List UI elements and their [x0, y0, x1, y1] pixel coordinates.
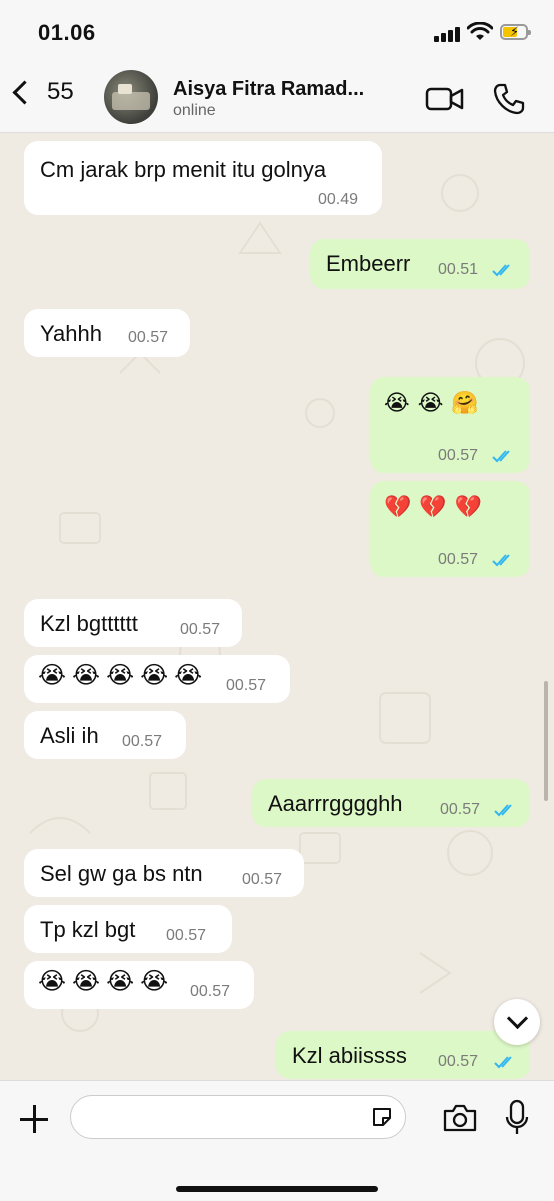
message-time: 00.57 [438, 447, 479, 464]
mic-icon[interactable] [504, 1099, 530, 1137]
message-time: 00.51 [438, 261, 479, 278]
message-bubble-outgoing[interactable]: Kzl abiissss 00.57 [276, 1031, 530, 1079]
message-bubble-outgoing[interactable]: 💔💔💔 00.57 [370, 481, 530, 577]
message-text: 😭😭😭😭😭 [38, 661, 209, 689]
message-text: Yahhh [40, 321, 102, 346]
message-time: 00.57 [226, 677, 267, 694]
camera-icon[interactable] [442, 1103, 478, 1133]
message-composer [0, 1080, 554, 1201]
message-time: 00.57 [180, 621, 221, 638]
message-time: 00.57 [242, 871, 283, 888]
chat-header: 55 Aisya Fitra Ramad... online [0, 64, 554, 133]
message-bubble-incoming[interactable]: Yahhh 00.57 [24, 309, 190, 357]
contact-status: online [173, 102, 216, 119]
plus-icon[interactable] [16, 1101, 52, 1137]
video-call-icon[interactable] [425, 86, 465, 112]
home-indicator [176, 1186, 378, 1192]
message-time: 00.49 [318, 191, 359, 208]
message-bubble-outgoing[interactable]: Aaarrrgggghh 00.57 [252, 779, 530, 827]
status-bar: 01.06 ⚡ [0, 0, 554, 64]
message-bubble-incoming[interactable]: Cm jarak brp menit itu golnya 00.49 [24, 141, 382, 215]
message-bubble-incoming[interactable]: 😭😭😭😭 00.57 [24, 961, 254, 1009]
chat-area[interactable]: Cm jarak brp menit itu golnya 00.49 Embe… [0, 133, 554, 1080]
message-bubble-outgoing[interactable]: Embeerr 00.51 [310, 239, 530, 289]
read-receipt-icon [492, 264, 510, 277]
read-receipt-icon [492, 450, 510, 463]
contact-avatar[interactable] [104, 70, 158, 124]
message-bubble-incoming[interactable]: Tp kzl bgt 00.57 [24, 905, 232, 953]
read-receipt-icon [494, 804, 512, 817]
back-chevron-icon [12, 79, 37, 105]
message-time: 00.57 [166, 927, 207, 944]
contact-name[interactable]: Aisya Fitra Ramad... [173, 78, 364, 101]
message-bubble-incoming[interactable]: Asli ih 00.57 [24, 711, 186, 759]
read-receipt-icon [494, 1056, 512, 1069]
message-time: 00.57 [122, 733, 163, 750]
message-bubble-incoming[interactable]: 😭😭😭😭😭 00.57 [24, 655, 290, 703]
message-text: Embeerr [326, 251, 411, 276]
scroll-down-button[interactable] [494, 999, 540, 1045]
phone-icon[interactable] [492, 82, 526, 116]
message-bubble-incoming[interactable]: Sel gw ga bs ntn 00.57 [24, 849, 304, 897]
message-text: Sel gw ga bs ntn [40, 861, 203, 886]
back-button[interactable]: 55 [10, 78, 74, 106]
chat-scrollbar[interactable] [544, 681, 548, 801]
message-text: Aaarrrgggghh [268, 791, 403, 816]
message-time: 00.57 [190, 983, 231, 1000]
message-time: 00.57 [128, 329, 169, 346]
message-text: Tp kzl bgt [40, 917, 136, 942]
status-time: 01.06 [38, 20, 96, 45]
message-time: 00.57 [438, 551, 479, 568]
message-bubble-outgoing[interactable]: 😭😭🤗 00.57 [370, 377, 530, 473]
scroll-down-icon [506, 1007, 529, 1030]
message-time: 00.57 [440, 801, 481, 818]
message-input[interactable] [70, 1095, 406, 1139]
sticker-icon[interactable] [370, 1105, 394, 1129]
message-text: 😭😭🤗 [384, 391, 487, 416]
message-text: 😭😭😭😭 [38, 967, 175, 995]
message-text: Asli ih [40, 723, 99, 748]
message-bubble-incoming[interactable]: Kzl bgtttttt 00.57 [24, 599, 242, 647]
message-text: 💔💔💔 [384, 495, 491, 520]
unread-count: 55 [47, 78, 74, 105]
message-text: Cm jarak brp menit itu golnya [40, 157, 327, 182]
message-time: 00.57 [438, 1053, 479, 1070]
message-text: Kzl abiissss [292, 1043, 407, 1068]
read-receipt-icon [492, 554, 510, 567]
message-text: Kzl bgtttttt [40, 611, 138, 636]
wifi-icon [467, 22, 493, 40]
battery-icon: ⚡ [500, 24, 531, 40]
signal-icon [434, 26, 462, 42]
